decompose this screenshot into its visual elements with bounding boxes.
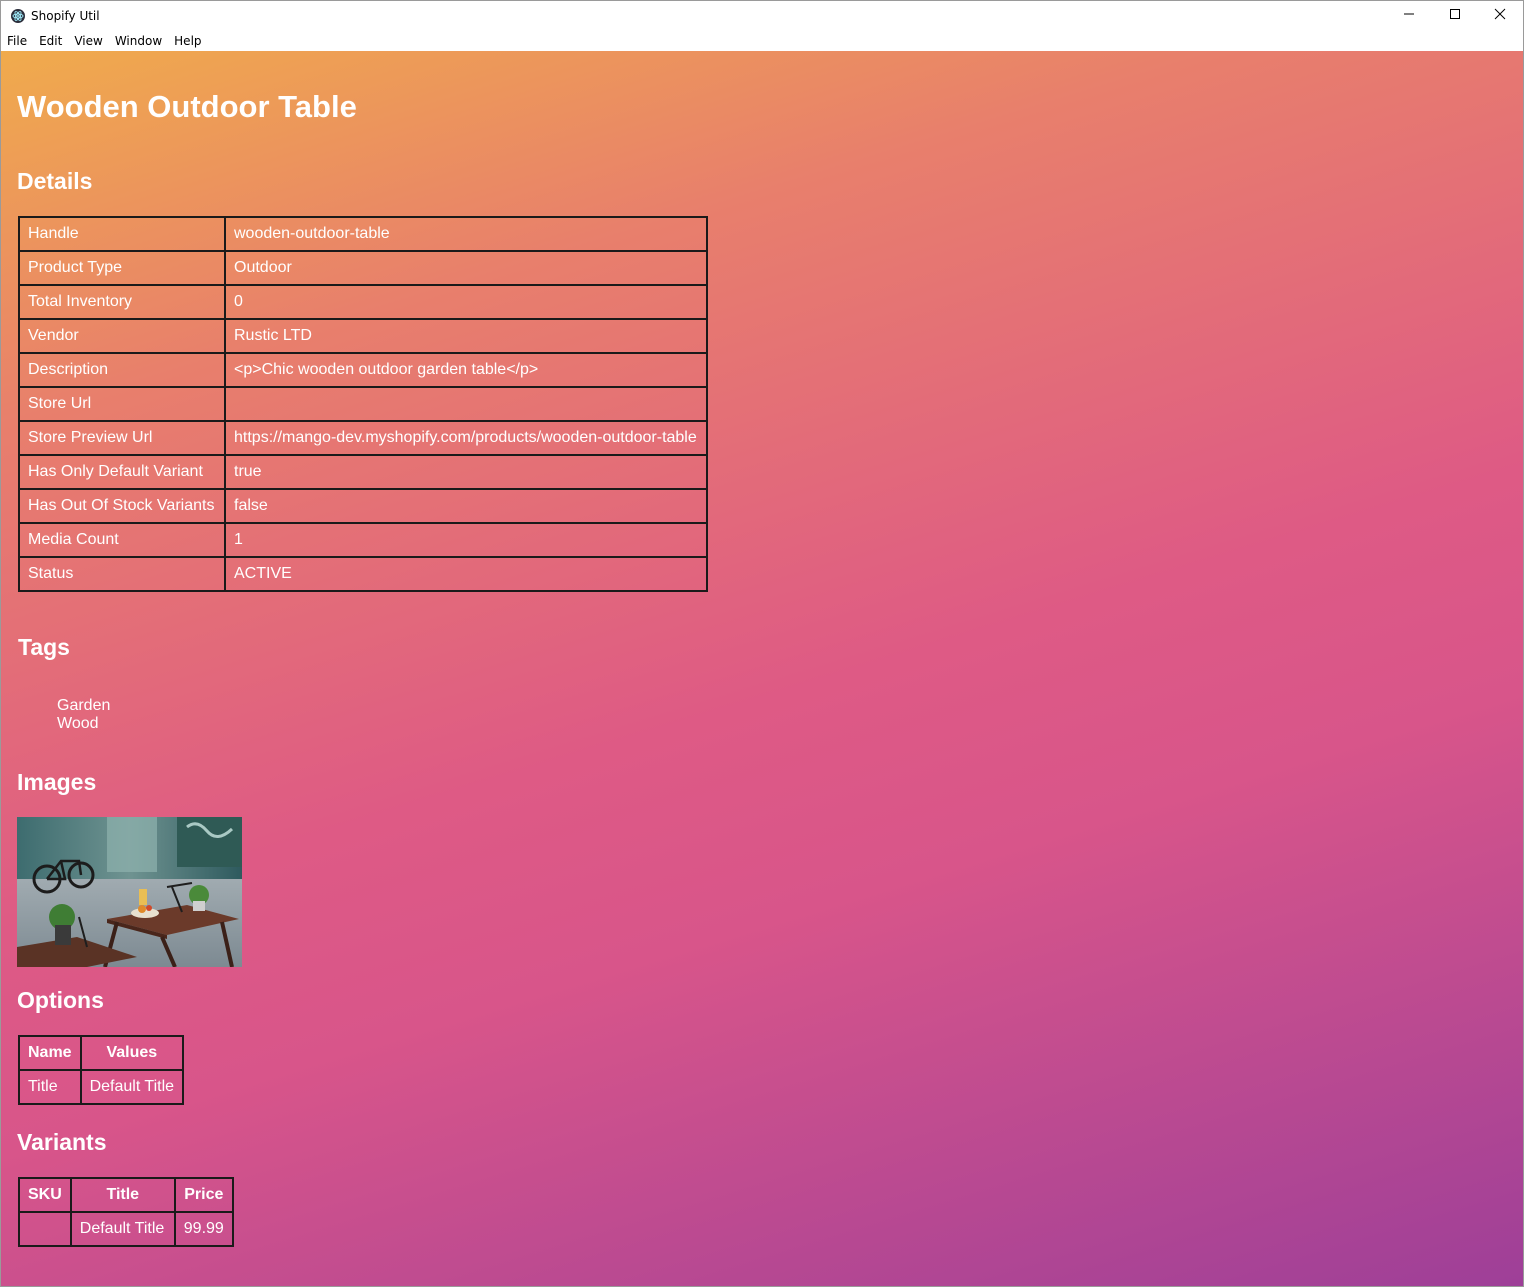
detail-key: Has Out Of Stock Variants bbox=[18, 488, 226, 524]
tags-list: Garden Wood bbox=[57, 697, 110, 733]
details-heading: Details bbox=[17, 168, 93, 194]
menu-window[interactable]: Window bbox=[109, 34, 168, 48]
table-row: Handle wooden-outdoor-table bbox=[18, 216, 708, 252]
menu-edit[interactable]: Edit bbox=[33, 34, 68, 48]
detail-key: Total Inventory bbox=[18, 284, 226, 320]
options-heading: Options bbox=[17, 987, 104, 1013]
table-row: Title Default Title bbox=[18, 1069, 185, 1105]
table-row: Default Title 99.99 bbox=[18, 1211, 234, 1247]
detail-value: Outdoor bbox=[224, 250, 708, 286]
options-table: Name Values Title Default Title bbox=[18, 1035, 185, 1105]
minimize-button[interactable] bbox=[1386, 1, 1432, 31]
window-title: Shopify Util bbox=[31, 9, 100, 23]
menu-help[interactable]: Help bbox=[168, 34, 207, 48]
product-image[interactable] bbox=[17, 817, 242, 967]
detail-key: Product Type bbox=[18, 250, 226, 286]
menu-view[interactable]: View bbox=[68, 34, 108, 48]
option-name: Title bbox=[18, 1069, 82, 1105]
table-row: Vendor Rustic LTD bbox=[18, 318, 708, 354]
maximize-button[interactable] bbox=[1432, 1, 1478, 31]
column-header: Values bbox=[79, 1035, 185, 1071]
menu-bar: File Edit View Window Help bbox=[1, 31, 1523, 51]
images-heading: Images bbox=[17, 769, 97, 795]
detail-value: 0 bbox=[224, 284, 708, 320]
electron-atom-icon bbox=[11, 9, 25, 23]
tag-item: Garden bbox=[57, 697, 111, 714]
detail-value bbox=[224, 386, 708, 422]
detail-value: false bbox=[224, 488, 708, 524]
table-row: Total Inventory 0 bbox=[18, 284, 708, 320]
product-page: Wooden Outdoor Table Details Handle wood… bbox=[1, 51, 1523, 1286]
option-values: Default Title bbox=[79, 1069, 185, 1105]
product-title: Wooden Outdoor Table bbox=[17, 89, 357, 124]
tag-item: Wood bbox=[57, 715, 99, 732]
table-row: Product Type Outdoor bbox=[18, 250, 708, 286]
variants-table: SKU Title Price Default Title 99.99 bbox=[18, 1177, 234, 1247]
app-window: Shopify Util File Edit View Window Help … bbox=[0, 0, 1524, 1287]
detail-value: 1 bbox=[224, 522, 708, 558]
detail-value: <p>Chic wooden outdoor garden table</p> bbox=[224, 352, 708, 388]
detail-key: Store Preview Url bbox=[18, 420, 226, 456]
close-icon bbox=[1494, 7, 1506, 25]
detail-key: Vendor bbox=[18, 318, 226, 354]
detail-key: Description bbox=[18, 352, 226, 388]
detail-key: Handle bbox=[18, 216, 226, 252]
detail-value: Rustic LTD bbox=[224, 318, 708, 354]
variant-sku bbox=[18, 1211, 72, 1247]
close-button[interactable] bbox=[1477, 1, 1523, 31]
table-row: Has Only Default Variant true bbox=[18, 454, 708, 490]
detail-key: Media Count bbox=[18, 522, 226, 558]
column-header: SKU bbox=[18, 1177, 72, 1213]
detail-value: https://mango-dev.myshopify.com/products… bbox=[224, 420, 708, 456]
table-row: Media Count 1 bbox=[18, 522, 708, 558]
detail-value: wooden-outdoor-table bbox=[224, 216, 708, 252]
detail-value: true bbox=[224, 454, 708, 490]
detail-key: Status bbox=[18, 556, 226, 592]
table-header-row: SKU Title Price bbox=[18, 1177, 234, 1213]
variants-heading: Variants bbox=[17, 1129, 107, 1155]
column-header: Price bbox=[173, 1177, 234, 1213]
table-row: Status ACTIVE bbox=[18, 556, 708, 592]
table-row: Store Preview Url https://mango-dev.mysh… bbox=[18, 420, 708, 456]
title-bar[interactable]: Shopify Util bbox=[1, 1, 1523, 31]
details-table: Handle wooden-outdoor-table Product Type… bbox=[18, 216, 708, 592]
detail-key: Store Url bbox=[18, 386, 226, 422]
table-row: Has Out Of Stock Variants false bbox=[18, 488, 708, 524]
table-row: Description <p>Chic wooden outdoor garde… bbox=[18, 352, 708, 388]
tags-heading: Tags bbox=[18, 634, 70, 660]
table-header-row: Name Values bbox=[18, 1035, 185, 1071]
minimize-icon bbox=[1403, 7, 1415, 25]
variant-price: 99.99 bbox=[173, 1211, 234, 1247]
detail-value: ACTIVE bbox=[224, 556, 708, 592]
column-header: Title bbox=[69, 1177, 176, 1213]
detail-key: Has Only Default Variant bbox=[18, 454, 226, 490]
table-row: Store Url bbox=[18, 386, 708, 422]
variant-title: Default Title bbox=[69, 1211, 176, 1247]
menu-file[interactable]: File bbox=[1, 34, 33, 48]
maximize-icon bbox=[1449, 7, 1461, 25]
column-header: Name bbox=[18, 1035, 82, 1071]
